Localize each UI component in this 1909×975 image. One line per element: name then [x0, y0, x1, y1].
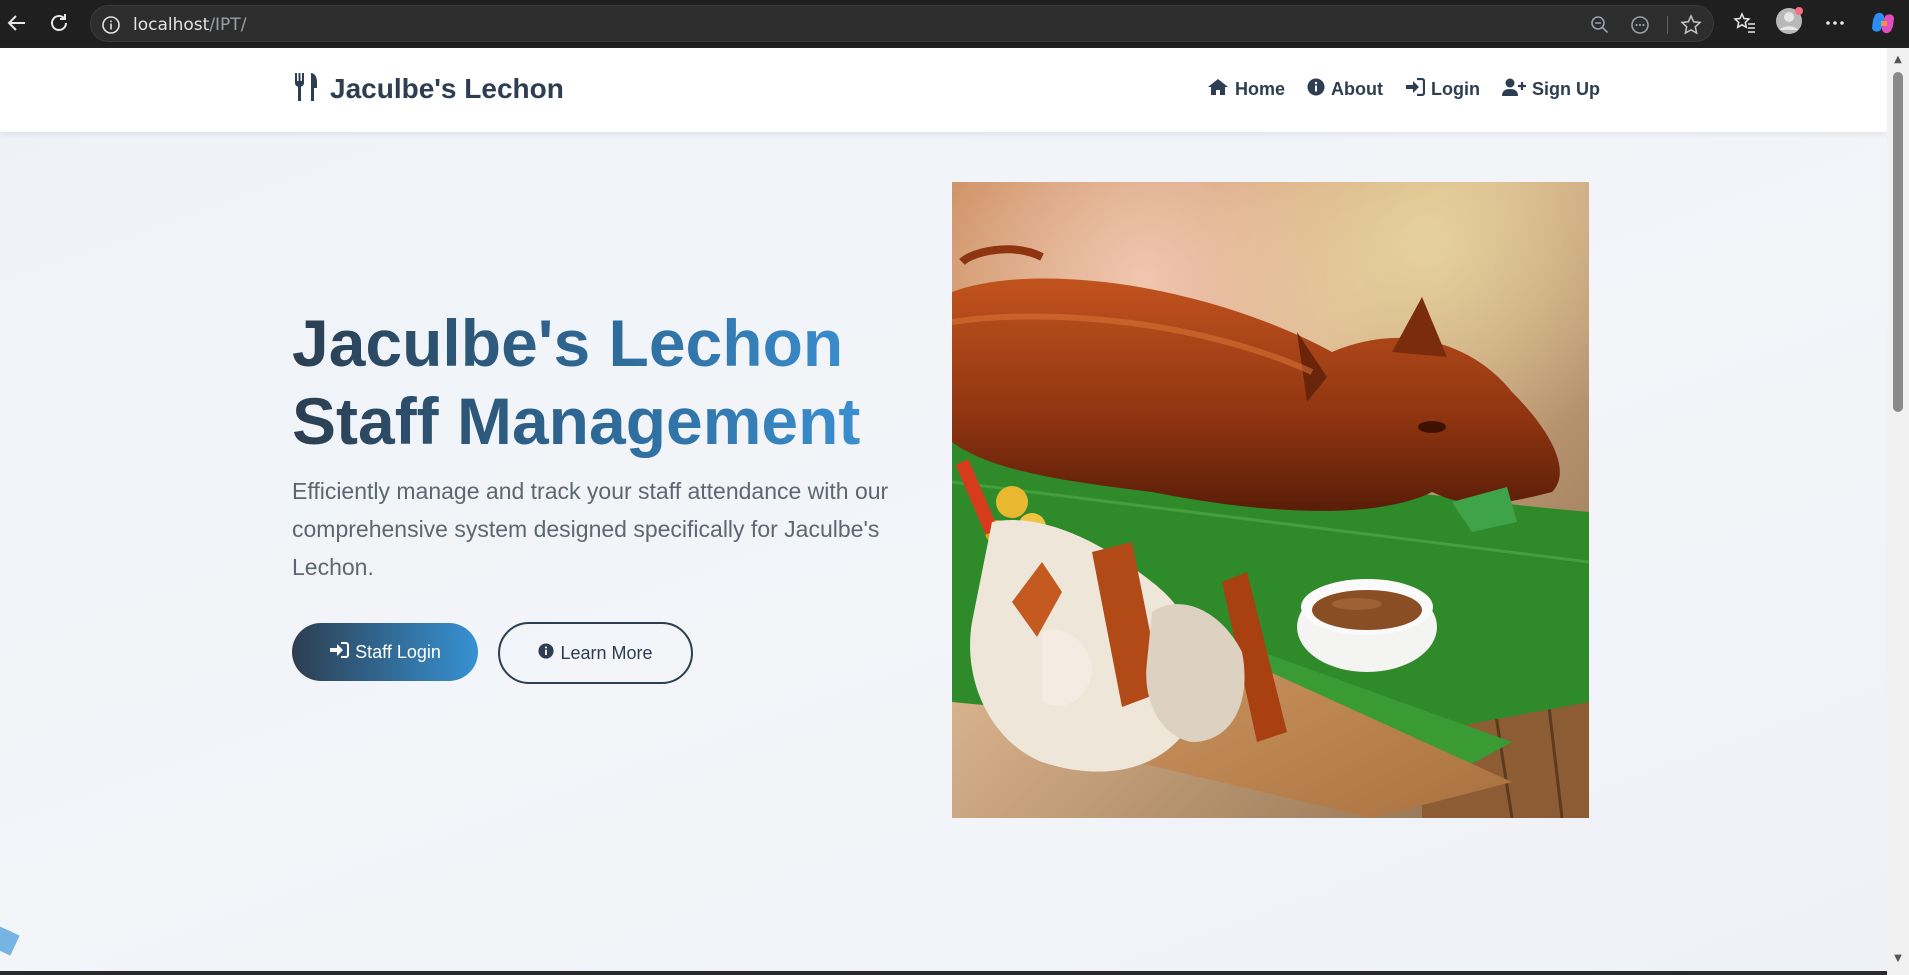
info-icon [538, 642, 555, 664]
copilot-icon[interactable] [1868, 8, 1898, 38]
hero-title: Jaculbe's Lechon Staff Management [292, 304, 860, 460]
star-icon[interactable] [1679, 13, 1703, 37]
nav-signup-label: Sign Up [1531, 79, 1600, 99]
brand-name: Jaculbe's Lechon [330, 73, 564, 104]
brand[interactable]: Jaculbe's Lechon [292, 72, 564, 106]
address-url[interactable]: localhost/IPT/ [133, 15, 246, 35]
hero-title-line1: Jaculbe's Lechon [292, 306, 844, 380]
nav-login-label: Login [1431, 79, 1480, 99]
staff-login-button[interactable]: Staff Login [292, 623, 478, 681]
staff-login-label: Staff Login [355, 641, 441, 662]
learn-more-button[interactable]: Learn More [498, 622, 693, 684]
profile-avatar-icon[interactable] [1774, 6, 1804, 36]
nav-menu: Home About Login Sign Up [1207, 77, 1600, 101]
nav-home[interactable]: Home [1207, 78, 1285, 101]
home-icon [1207, 78, 1229, 101]
reload-icon[interactable] [44, 8, 74, 38]
site-info-icon[interactable] [99, 13, 123, 37]
back-icon[interactable] [2, 8, 32, 38]
scroll-down-icon[interactable]: ▼ [1892, 953, 1904, 965]
learn-more-label: Learn More [560, 642, 653, 663]
nav-home-label: Home [1235, 79, 1286, 99]
ellipsis-menu-icon[interactable] [1820, 8, 1850, 38]
browser-toolbar: localhost/IPT/ [0, 0, 1909, 47]
scroll-up-icon[interactable]: ▲ [1892, 54, 1904, 66]
page-scrollbar[interactable]: ▲ ▼ [1887, 48, 1909, 975]
favorites-icon[interactable] [1730, 8, 1760, 38]
more-options-circle-icon[interactable] [1628, 13, 1652, 37]
omnibox-divider [1667, 16, 1668, 34]
nav-about-label: About [1331, 79, 1383, 99]
nav-signup[interactable]: Sign Up [1501, 78, 1600, 101]
scroll-thumb[interactable] [1893, 72, 1903, 412]
decorative-shape [0, 926, 20, 956]
sign-in-icon [329, 641, 350, 663]
lechon-photo [952, 182, 1589, 818]
user-plus-icon [1501, 78, 1526, 101]
sign-in-icon [1405, 77, 1426, 101]
info-icon [1307, 78, 1325, 101]
address-bar[interactable]: localhost/IPT/ [90, 5, 1714, 42]
web-page: Jaculbe's Lechon Home About Login Sign U… [0, 48, 1887, 971]
hero-description: Efficiently manage and track your staff … [292, 478, 889, 580]
nav-login[interactable]: Login [1405, 77, 1480, 101]
url-host: localhost [133, 15, 210, 35]
hero-title-line2: Staff Management [292, 384, 861, 458]
zoom-icon[interactable] [1588, 13, 1612, 37]
utensils-icon [292, 72, 320, 106]
site-navbar: Jaculbe's Lechon Home About Login Sign U… [0, 48, 1887, 132]
url-path: /IPT/ [209, 15, 247, 35]
nav-about[interactable]: About [1307, 78, 1383, 101]
window-bottom-edge [0, 971, 1887, 975]
